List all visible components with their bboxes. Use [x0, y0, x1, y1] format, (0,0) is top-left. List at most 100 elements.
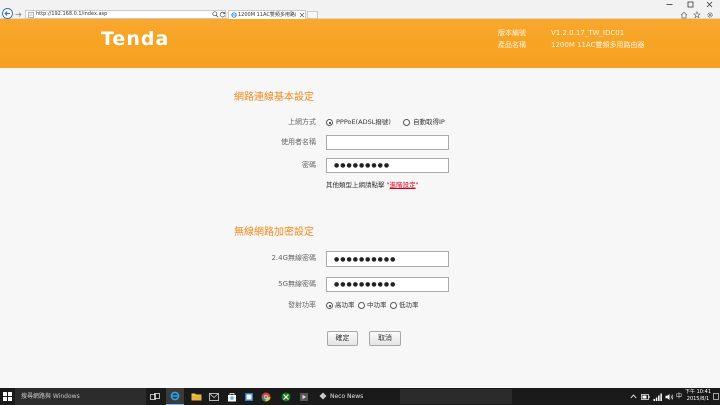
- wifi-24g-password-input[interactable]: [326, 251, 449, 267]
- version-label: 版本編號: [498, 29, 526, 37]
- taskbar-mail-button[interactable]: [205, 388, 223, 405]
- settings-button[interactable]: [705, 10, 715, 19]
- taskbar-file-explorer-button[interactable]: [187, 388, 205, 405]
- wifi-24g-password-label: 2.4G無線密碼: [271, 254, 316, 262]
- favorites-star-icon: [693, 10, 701, 19]
- taskbar-clock[interactable]: 下午 10:41 2015/8/1: [684, 389, 712, 403]
- taskbar-search-box[interactable]: 搜尋網路與 Windows: [15, 388, 146, 405]
- favorites-button[interactable]: [692, 10, 702, 19]
- mail-icon: [209, 392, 219, 401]
- start-button[interactable]: [0, 388, 15, 405]
- close-window-button[interactable]: [702, 0, 716, 9]
- window-title-bar: [0, 0, 720, 9]
- windows-taskbar: 搜尋網路與 Windows Neco News 中 下午 10:41 2015/…: [0, 388, 720, 405]
- dhcp-radio[interactable]: [403, 119, 410, 126]
- router-header: Tenda 版本編號 V1.2.0.17_TW_IDC01 產品名稱 1200M…: [0, 19, 720, 68]
- wireless-section-title: 無線網路加密設定: [234, 227, 314, 238]
- network-button[interactable]: [652, 388, 663, 405]
- new-tab-icon: [308, 12, 317, 18]
- refresh-button[interactable]: [219, 11, 226, 18]
- xbox-icon: [281, 392, 291, 401]
- internet-explorer-icon: [170, 391, 180, 401]
- pppoe-radio[interactable]: [326, 119, 333, 126]
- show-hidden-icons-icon: [630, 394, 637, 399]
- app-icon: [245, 392, 253, 401]
- product-label: 產品名稱: [498, 41, 526, 49]
- minimize-icon: [666, 4, 672, 5]
- forward-icon: [15, 12, 22, 17]
- page-icon: [28, 12, 34, 18]
- search-placeholder[interactable]: 搜尋網路與 Windows: [21, 392, 80, 401]
- settings-content: [0, 68, 720, 388]
- media-icon: [300, 392, 308, 401]
- tab-title: 1200M 11AC雙頻多用路由...: [238, 12, 296, 18]
- username-label: 使用者名稱: [281, 138, 316, 146]
- search-button[interactable]: [212, 11, 219, 18]
- maximize-icon: [687, 1, 693, 8]
- dhcp-radio-label[interactable]: 自動取得IP: [413, 118, 445, 127]
- connection-mode-label: 上網方式: [288, 118, 316, 126]
- back-button[interactable]: [2, 8, 13, 19]
- power-low-label[interactable]: 低功率: [399, 301, 419, 310]
- wifi-5g-password-input[interactable]: [326, 277, 449, 292]
- browser-tab[interactable]: 1200M 11AC雙頻多用路由...: [228, 10, 306, 19]
- news-app-label: Neco News: [330, 393, 364, 400]
- home-button[interactable]: [679, 10, 689, 19]
- task-view-icon: [150, 392, 160, 400]
- address-bar[interactable]: http://192.168.0.1/index.asp: [25, 10, 226, 19]
- chrome-icon: [261, 392, 271, 401]
- battery-button[interactable]: [640, 388, 651, 405]
- volume-button[interactable]: [664, 388, 675, 405]
- taskbar-media-button[interactable]: [295, 388, 313, 405]
- confirm-button[interactable]: 確定: [327, 331, 358, 346]
- cancel-button[interactable]: 取消: [369, 331, 401, 346]
- refresh-icon: [219, 11, 226, 18]
- tenda-logo: Tenda: [101, 28, 170, 50]
- advanced-settings-link[interactable]: 進階設定: [390, 181, 416, 189]
- taskbar-window-button[interactable]: [400, 389, 512, 404]
- version-value: V1.2.0.17_TW_IDC01: [551, 29, 625, 37]
- windows-logo-icon: [3, 392, 12, 401]
- search-icon: [212, 11, 219, 18]
- battery-icon: [641, 393, 650, 400]
- username-input[interactable]: [326, 135, 449, 150]
- clock-time: 下午 10:41: [685, 389, 711, 395]
- news-icon: [319, 392, 327, 400]
- wifi-5g-password-label: 5G無線密碼: [278, 280, 316, 288]
- input-method-indicator[interactable]: 中: [676, 392, 682, 401]
- power-high-label[interactable]: 高功率: [335, 301, 355, 310]
- product-value: 1200M 11AC雙頻多用路由器: [551, 41, 645, 49]
- ie-page-icon: [231, 12, 237, 18]
- minimize-button[interactable]: [662, 0, 676, 9]
- taskbar-news-button[interactable]: Neco News: [316, 388, 386, 405]
- notification-icon: [713, 393, 719, 400]
- notification-button[interactable]: [712, 388, 720, 405]
- clock-date: 2015/8/1: [686, 396, 710, 402]
- taskbar-ie-button[interactable]: [166, 388, 184, 405]
- taskbar-app-button[interactable]: [240, 388, 258, 405]
- new-tab-button[interactable]: [307, 11, 318, 19]
- store-icon: [228, 392, 236, 401]
- show-hidden-icons-button[interactable]: [628, 388, 639, 405]
- password-label: 密碼: [302, 161, 316, 169]
- advanced-hint: 其他類型上網請點擊 "進階設定": [326, 181, 419, 190]
- back-icon: [2, 8, 13, 19]
- forward-button[interactable]: [14, 10, 23, 19]
- settings-gear-icon: [707, 11, 713, 18]
- taskbar-chrome-button[interactable]: [257, 388, 275, 405]
- taskbar-store-button[interactable]: [223, 388, 241, 405]
- taskbar-xbox-button[interactable]: [277, 388, 295, 405]
- power-medium-label[interactable]: 中功率: [367, 301, 387, 310]
- task-view-button[interactable]: [146, 388, 164, 405]
- maximize-button[interactable]: [683, 0, 697, 9]
- close-tab-button[interactable]: [299, 12, 305, 18]
- power-high-radio[interactable]: [326, 302, 333, 309]
- power-medium-radio[interactable]: [358, 302, 365, 309]
- power-low-radio[interactable]: [390, 302, 397, 309]
- password-input[interactable]: [326, 158, 449, 173]
- network-icon: [653, 393, 662, 401]
- close-icon: [706, 1, 712, 8]
- address-url[interactable]: http://192.168.0.1/index.asp: [36, 11, 107, 18]
- pppoe-radio-label[interactable]: PPPoE(ADSL撥號): [336, 118, 391, 127]
- volume-icon: [665, 393, 674, 400]
